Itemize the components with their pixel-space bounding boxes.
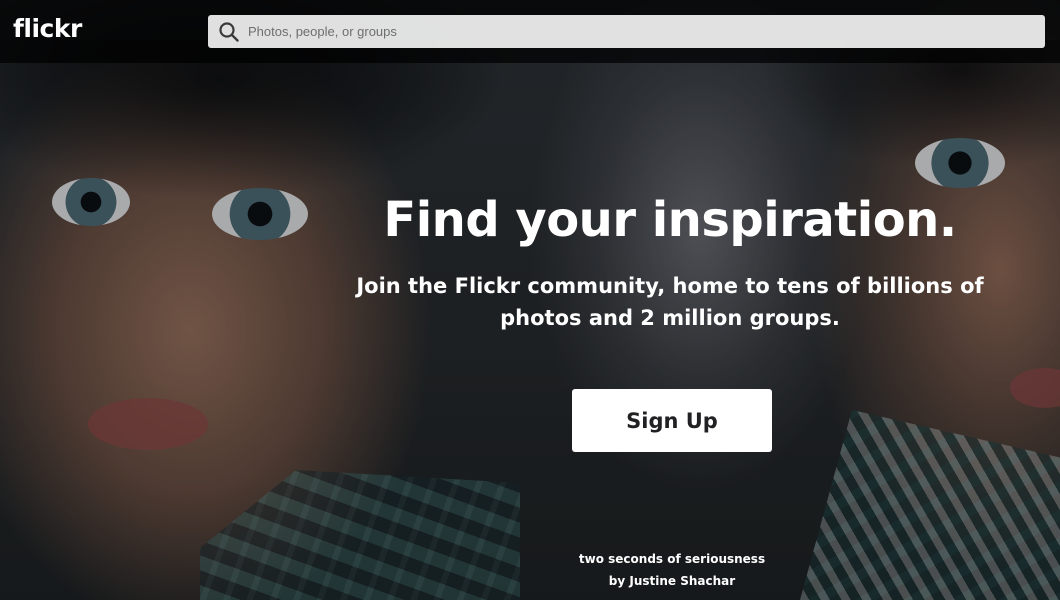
photo-author-link[interactable]: by Justine Shachar — [522, 570, 822, 592]
photo-title-link[interactable]: two seconds of seriousness — [522, 548, 822, 570]
sign-up-button[interactable]: Sign Up — [572, 389, 772, 452]
flickr-landing-page: flickr Find your inspiration. Join the F… — [0, 0, 1060, 600]
flickr-logo[interactable]: flickr — [13, 14, 82, 43]
search-bar[interactable] — [208, 14, 1045, 49]
search-input[interactable] — [246, 14, 1045, 49]
hero-subtitle: Join the Flickr community, home to tens … — [356, 274, 984, 330]
hero-title: Find your inspiration. — [383, 192, 957, 248]
hero-content: Find your inspiration. Join the Flickr c… — [320, 190, 1020, 334]
top-navigation-bar: flickr — [0, 0, 1060, 63]
search-icon[interactable] — [218, 21, 240, 43]
photo-credit: two seconds of seriousness by Justine Sh… — [522, 548, 822, 592]
